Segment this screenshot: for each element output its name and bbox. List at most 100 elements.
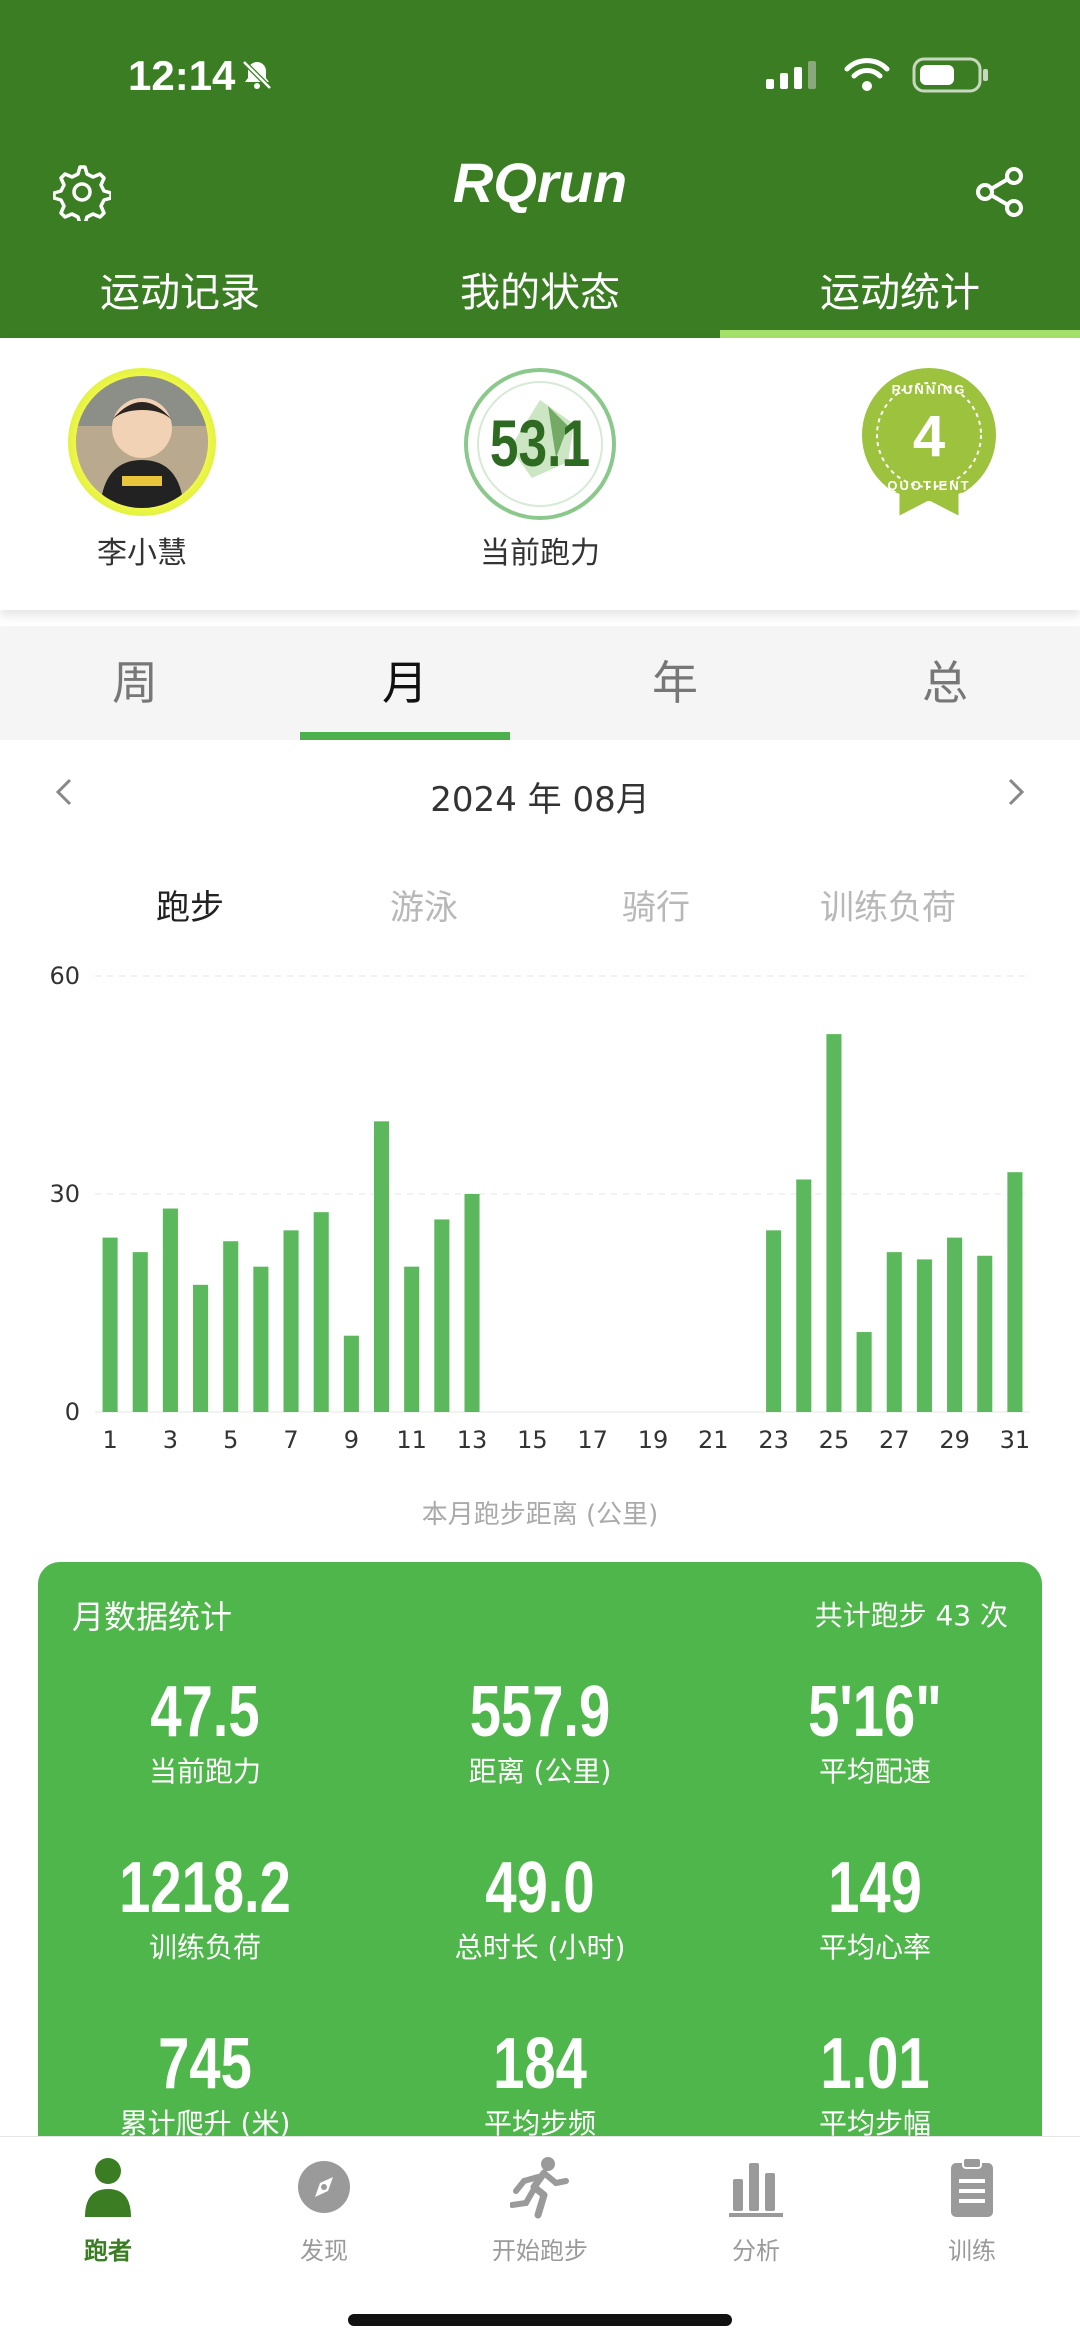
wifi-icon	[844, 58, 890, 91]
y-tick-label: 60	[49, 962, 80, 990]
tab-running[interactable]: 跑步	[80, 880, 300, 929]
stat-label: 总时长 (小时)	[454, 1931, 626, 1964]
tab-my-status[interactable]: 我的状态	[360, 258, 720, 338]
bar-day-12	[434, 1219, 450, 1412]
month-label: 2024 年 08月	[430, 780, 650, 820]
runner-icon	[509, 2157, 569, 2219]
cellular-signal-icon	[766, 61, 816, 89]
x-tick-label: 27	[879, 1426, 910, 1454]
x-tick-label: 23	[758, 1426, 789, 1454]
stat-value: 1.01	[820, 2024, 930, 2104]
nav-start-run[interactable]: 开始跑步	[432, 2155, 648, 2266]
nav-training[interactable]: 训练	[864, 2155, 1080, 2266]
bell-muted-icon	[242, 60, 272, 90]
stat-training-load: 1218.2 训练负荷	[38, 1848, 372, 1968]
running-power-label: 当前跑力	[480, 536, 600, 571]
tab-month[interactable]: 月	[270, 626, 540, 740]
battery-icon	[912, 57, 988, 93]
share-icon	[976, 167, 1023, 217]
person-icon	[85, 2158, 131, 2217]
badge-number: 4	[913, 404, 945, 469]
chevron-right-icon[interactable]	[996, 772, 1036, 812]
tab-workout-stats[interactable]: 运动统计	[720, 258, 1080, 338]
bar-day-24	[796, 1179, 812, 1412]
clipboard-icon	[951, 2157, 993, 2217]
svg-text:RUNNING: RUNNING	[892, 382, 967, 397]
user-name: 李小慧	[97, 536, 187, 571]
bar-day-3	[162, 1208, 178, 1412]
sport-tabs: 跑步 游泳 骑行 训练负荷	[0, 880, 1080, 950]
monthly-stats-card: 月数据统计 共计跑步 43 次 47.5 当前跑力 557.9 距离 (公里) …	[38, 1562, 1042, 2182]
x-tick-label: 17	[577, 1426, 608, 1454]
stat-value: 557.9	[469, 1672, 611, 1752]
avatar-photo	[76, 376, 208, 508]
running-power-gauge[interactable]: 53.1	[462, 366, 618, 522]
bar-day-11	[404, 1266, 420, 1412]
x-tick-label: 15	[517, 1426, 548, 1454]
share-button[interactable]	[968, 160, 1032, 224]
bar-day-13	[464, 1194, 480, 1412]
app-header: 12:14 RQrun 运动记录 我的状态 运动统计	[0, 0, 1080, 338]
stat-value: 49.0	[485, 1848, 595, 1928]
stat-label: 平均配速	[818, 1755, 931, 1788]
status-icons	[766, 56, 990, 94]
nav-label: 训练	[948, 2237, 996, 2265]
run-count: 共计跑步 43 次	[814, 1599, 1008, 1632]
stat-value: 184	[493, 2024, 587, 2104]
tab-year[interactable]: 年	[540, 626, 810, 740]
stat-avg-heart-rate: 149 平均心率	[708, 1848, 1042, 1968]
x-tick-label: 31	[1000, 1426, 1031, 1454]
x-tick-label: 5	[223, 1426, 238, 1454]
nav-label: 发现	[300, 2237, 348, 2265]
x-tick-label: 19	[638, 1426, 669, 1454]
x-tick-label: 3	[163, 1426, 178, 1454]
bar-day-29	[947, 1237, 963, 1412]
x-tick-label: 21	[698, 1426, 729, 1454]
bar-day-9	[343, 1335, 359, 1412]
tab-total[interactable]: 总	[810, 626, 1080, 740]
bar-day-7	[283, 1230, 299, 1412]
stat-total-ascent: 745 累计爬升 (米)	[38, 2024, 372, 2144]
stat-value: 149	[828, 1848, 922, 1928]
compass-icon	[298, 2161, 350, 2213]
top-tabs: 运动记录 我的状态 运动统计	[0, 258, 1080, 338]
tab-training-load[interactable]: 训练负荷	[778, 880, 998, 929]
bar-day-1	[102, 1237, 118, 1412]
nav-discover[interactable]: 发现	[216, 2155, 432, 2266]
chart-caption: 本月跑步距离 (公里)	[421, 1500, 659, 1530]
period-tabs: 周 月 年 总	[0, 626, 1080, 740]
nav-label: 分析	[732, 2237, 780, 2265]
nav-analysis[interactable]: 分析	[648, 2155, 864, 2266]
running-power-value: 53.1	[490, 406, 590, 481]
tab-week[interactable]: 周	[0, 626, 270, 740]
bar-day-23	[766, 1230, 782, 1412]
x-tick-label: 9	[344, 1426, 359, 1454]
tab-workout-records[interactable]: 运动记录	[0, 258, 360, 338]
x-tick-label: 13	[457, 1426, 488, 1454]
bar-day-6	[253, 1266, 269, 1412]
y-tick-label: 30	[49, 1180, 80, 1208]
stat-value: 5'16"	[808, 1672, 942, 1752]
rq-badge[interactable]: 4 RUNNING QUOTIENT	[862, 368, 996, 521]
bar-day-25	[826, 1034, 842, 1412]
bar-day-28	[916, 1259, 932, 1412]
stat-avg-pace: 5'16" 平均配速	[708, 1672, 1042, 1792]
stat-distance: 557.9 距离 (公里)	[373, 1672, 707, 1792]
bar-day-4	[193, 1284, 209, 1412]
tab-swimming[interactable]: 游泳	[314, 880, 534, 929]
app-title: RQrun	[452, 151, 628, 214]
bar-day-26	[856, 1332, 872, 1412]
x-tick-label: 25	[819, 1426, 850, 1454]
svg-text:QUOTIENT: QUOTIENT	[887, 478, 970, 493]
nav-label: 开始跑步	[492, 2237, 588, 2265]
stat-label: 距离 (公里)	[468, 1755, 612, 1788]
stat-label: 当前跑力	[148, 1755, 261, 1788]
nav-runner[interactable]: 跑者	[0, 2155, 216, 2266]
stat-total-duration: 49.0 总时长 (小时)	[373, 1848, 707, 1968]
tab-cycling[interactable]: 骑行	[546, 880, 766, 929]
stats-title: 月数据统计	[72, 1598, 233, 1636]
x-tick-label: 1	[102, 1426, 117, 1454]
avatar[interactable]	[68, 368, 216, 516]
x-tick-label: 29	[939, 1426, 970, 1454]
stat-value: 47.5	[150, 1672, 260, 1752]
